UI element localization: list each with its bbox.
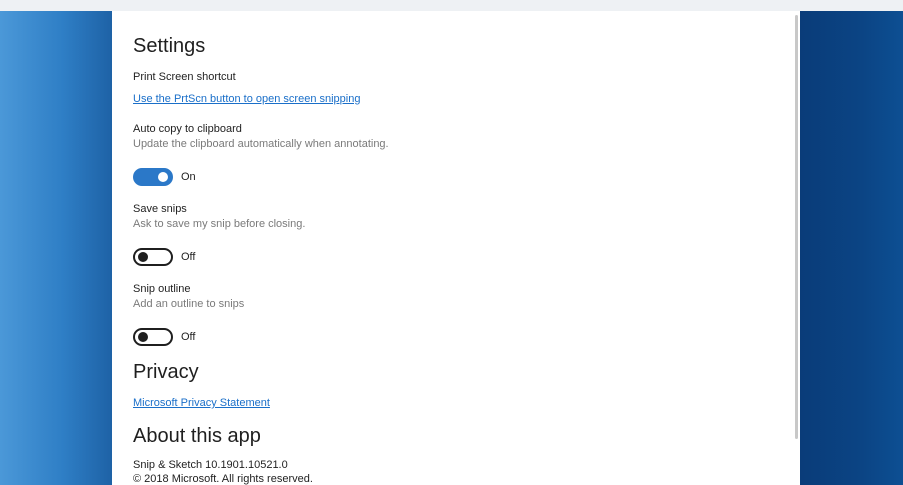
snip-outline-description: Add an outline to snips: [133, 298, 245, 310]
desktop-wallpaper-left: [0, 11, 112, 485]
auto-copy-toggle-row: On: [133, 168, 196, 186]
auto-copy-toggle[interactable]: [133, 168, 173, 186]
privacy-statement-link[interactable]: Microsoft Privacy Statement: [133, 397, 270, 409]
save-snips-toggle[interactable]: [133, 248, 173, 266]
snip-outline-state: Off: [181, 331, 196, 343]
save-snips-state: Off: [181, 251, 196, 263]
settings-heading: Settings: [133, 35, 206, 57]
save-snips-label: Save snips: [133, 203, 187, 215]
app-version: Snip & Sketch 10.1901.10521.0: [133, 459, 288, 471]
snip-outline-toggle[interactable]: [133, 328, 173, 346]
save-snips-setting: Save snips Ask to save my snip before cl…: [133, 203, 305, 230]
auto-copy-state: On: [181, 171, 196, 183]
desktop-wallpaper-right: [800, 11, 903, 485]
snip-outline-label: Snip outline: [133, 283, 191, 295]
privacy-heading: Privacy: [133, 361, 199, 383]
toggle-knob: [158, 172, 168, 182]
prtscn-link[interactable]: Use the PrtScn button to open screen sni…: [133, 93, 360, 105]
save-snips-toggle-row: Off: [133, 248, 195, 266]
toggle-knob: [138, 252, 148, 262]
snip-outline-setting: Snip outline Add an outline to snips: [133, 283, 244, 310]
about-heading: About this app: [133, 425, 261, 447]
scrollbar[interactable]: [795, 15, 798, 439]
auto-copy-description: Update the clipboard automatically when …: [133, 138, 389, 150]
auto-copy-label: Auto copy to clipboard: [133, 123, 242, 135]
snip-outline-toggle-row: Off: [133, 328, 195, 346]
print-screen-label: Print Screen shortcut: [133, 71, 236, 83]
auto-copy-setting: Auto copy to clipboard Update the clipbo…: [133, 123, 389, 150]
copyright-text: © 2018 Microsoft. All rights reserved.: [133, 473, 313, 485]
toggle-knob: [138, 332, 148, 342]
settings-panel: Settings Print Screen shortcut Use the P…: [112, 11, 800, 485]
save-snips-description: Ask to save my snip before closing.: [133, 218, 306, 230]
